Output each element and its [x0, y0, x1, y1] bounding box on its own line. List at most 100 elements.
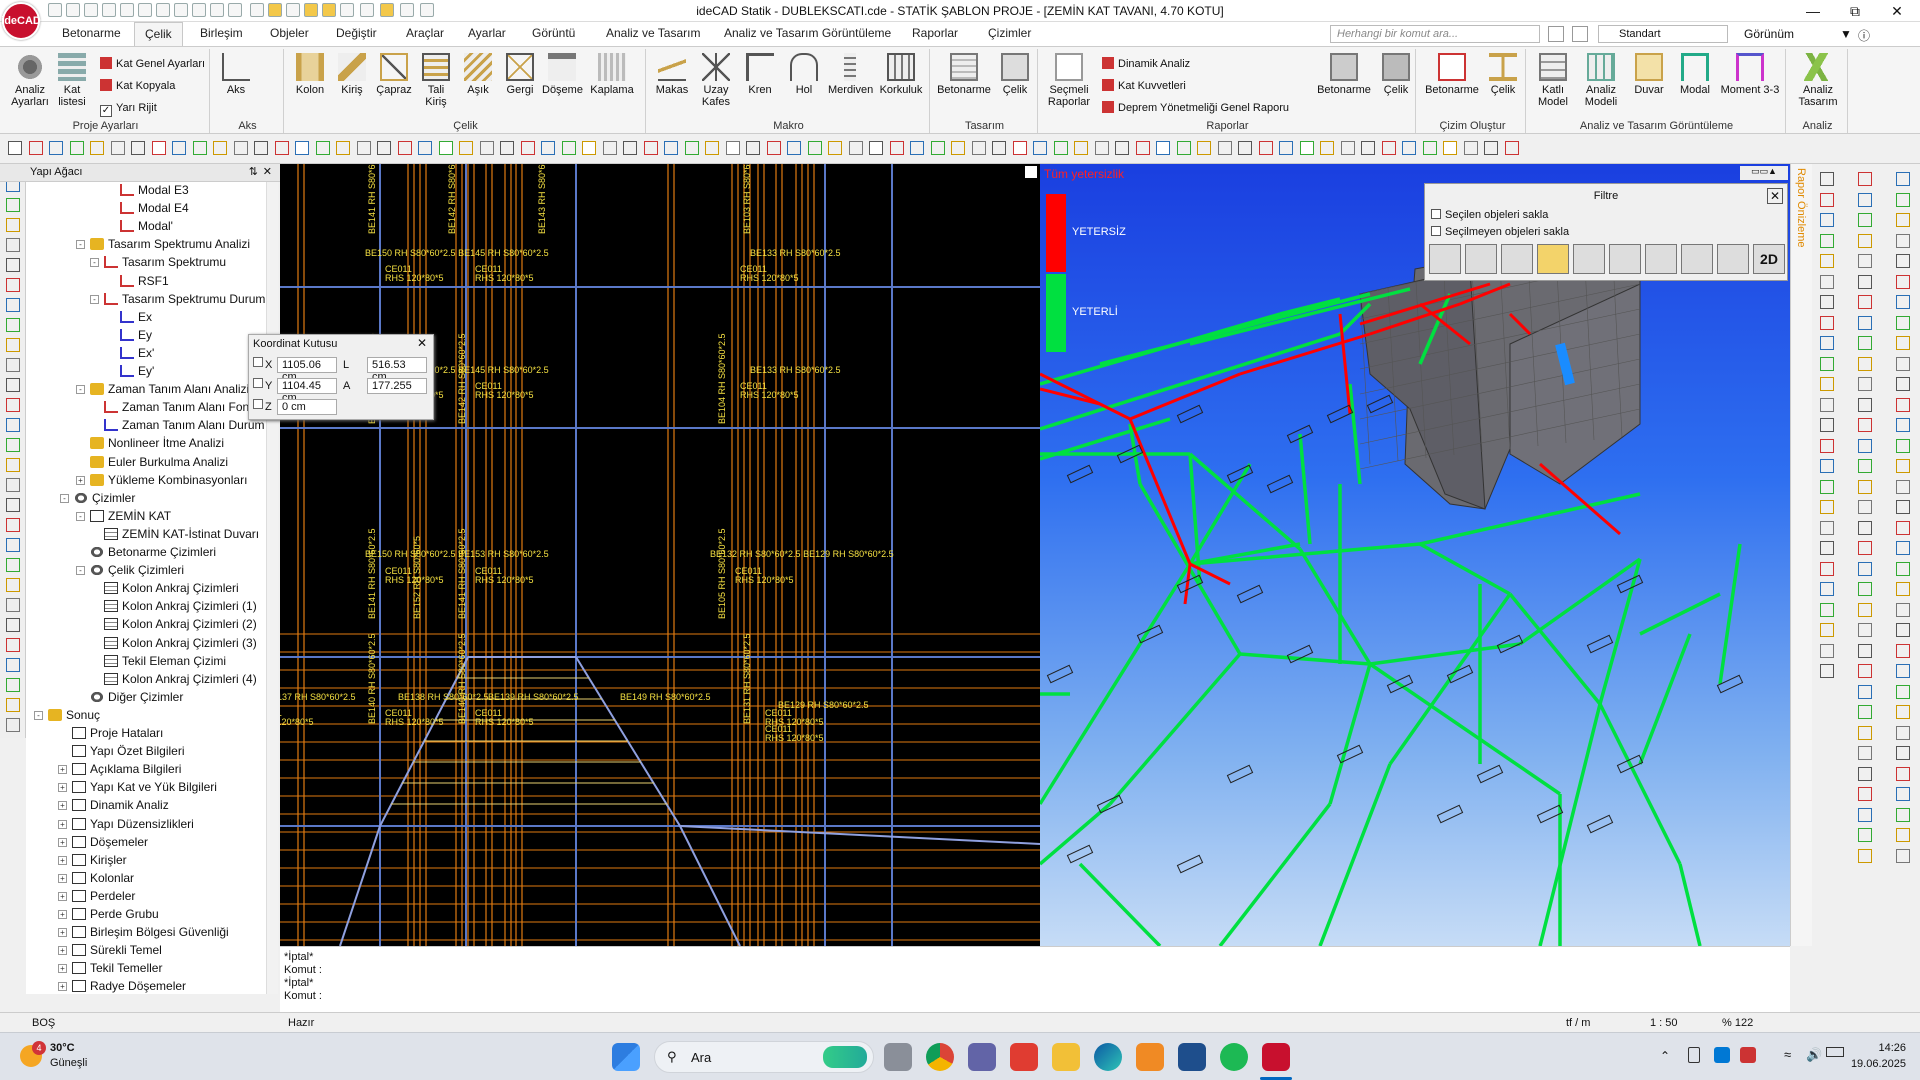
tree-expander-icon[interactable]: +	[58, 801, 67, 811]
tool-icon[interactable]	[582, 141, 596, 155]
tool-icon[interactable]	[1115, 141, 1129, 155]
tool-icon[interactable]	[520, 141, 535, 155]
tool-icon[interactable]	[49, 141, 63, 155]
frame-member[interactable]	[1518, 557, 1642, 646]
tree-expander-icon[interactable]: +	[58, 982, 67, 992]
chrome-icon[interactable]	[926, 1043, 954, 1071]
tree-item[interactable]: Proje Hataları	[72, 725, 163, 742]
right-tool-icon[interactable]	[1896, 356, 1910, 371]
dinamik-analiz-button[interactable]: Dinamik Analiz	[1102, 57, 1190, 71]
coord-close-icon[interactable]: ✕	[417, 336, 427, 350]
tree-item[interactable]: Kolon Ankraj Çizimleri (1)	[104, 598, 257, 615]
frame-member[interactable]	[1538, 703, 1602, 946]
capraz-button[interactable]: Çapraz	[374, 53, 414, 96]
right-tool-icon[interactable]	[1820, 274, 1834, 289]
cad-label[interactable]: RHS 120*80*5	[280, 717, 314, 727]
side-tool-icon[interactable]	[6, 298, 20, 312]
connection-marker[interactable]	[1176, 854, 1204, 874]
right-tool-icon[interactable]	[1858, 766, 1872, 781]
right-tool-icon[interactable]	[1858, 254, 1872, 268]
frame-member[interactable]	[1419, 542, 1511, 596]
tree-item[interactable]: Tasarım Spektrumu Durum	[104, 291, 265, 308]
frame-member[interactable]	[1298, 433, 1312, 545]
right-tool-icon[interactable]	[1858, 807, 1872, 822]
tool-icon[interactable]	[725, 141, 740, 155]
tree-item[interactable]: Ey'	[120, 363, 154, 380]
tool-icon[interactable]	[90, 141, 104, 155]
connection-marker[interactable]	[1066, 464, 1094, 484]
tree-item[interactable]: Perdeler	[72, 888, 135, 905]
frame-member-insufficient[interactable]	[1040, 387, 1101, 406]
merdiven-button[interactable]: Merdiven	[828, 53, 873, 96]
tab-degistir[interactable]: Değiştir	[336, 26, 377, 40]
right-tool-icon[interactable]	[1858, 541, 1872, 555]
minimize-icon[interactable]: —	[1792, 0, 1834, 22]
file-explorer-icon[interactable]	[1052, 1043, 1080, 1071]
right-tool-icon[interactable]	[1820, 213, 1834, 227]
tree-item[interactable]: ZEMİN KAT-İstinat Duvarı	[104, 526, 259, 543]
right-tool-icon[interactable]	[1858, 315, 1872, 330]
side-tool-icon[interactable]	[6, 498, 20, 512]
status-zoom[interactable]: % 122	[1722, 1017, 1753, 1029]
tool-icon[interactable]	[377, 141, 391, 155]
moment-button[interactable]: Moment 3-3	[1720, 53, 1780, 96]
tool-icon[interactable]	[1217, 141, 1232, 155]
tree-item[interactable]: Yükleme Kombinasyonları	[90, 472, 247, 489]
tool-icon[interactable]	[1197, 141, 1211, 155]
cad-label[interactable]: BE142 RH S80*60*2.5	[447, 164, 457, 234]
right-tool-icon[interactable]	[1858, 192, 1872, 207]
right-tool-icon[interactable]	[1858, 418, 1872, 432]
right-tool-icon[interactable]	[1858, 336, 1872, 350]
cad-label[interactable]: RHS 120*80*5	[475, 273, 534, 283]
tab-birlesim[interactable]: Birleşim	[200, 26, 243, 40]
kat-kopyala-button[interactable]: Kat Kopyala	[100, 79, 175, 93]
right-tool-icon[interactable]	[1858, 848, 1872, 863]
tool-icon[interactable]	[541, 141, 555, 155]
tool-icon[interactable]	[1361, 141, 1375, 155]
plan-view[interactable]: BE141 RH S80*60*2.5 BE142 RH S80*60*2.5 BE…	[280, 164, 1040, 946]
tool-icon[interactable]	[233, 141, 248, 155]
tab-analiz-goruntuleme[interactable]: Analiz ve Tasarım Görüntüleme	[724, 26, 891, 40]
tree-item[interactable]: Zaman Tanım Alanı Analizi	[90, 381, 249, 398]
tool-icon[interactable]	[746, 141, 760, 155]
right-tool-icon[interactable]	[1858, 295, 1872, 309]
right-tool-icon[interactable]	[1896, 377, 1910, 391]
tree-item[interactable]: Perde Grubu	[72, 906, 159, 923]
frame-member[interactable]	[1638, 633, 1692, 765]
tool-icon[interactable]	[643, 141, 658, 155]
command-search-input[interactable]: Herhangi bir komut ara...	[1330, 25, 1540, 43]
analiz-ayarlari-button[interactable]: Analiz Ayarları	[10, 53, 50, 108]
right-tool-icon[interactable]	[1896, 602, 1910, 617]
aks-button[interactable]: Aks	[218, 53, 254, 96]
tool-icon[interactable]	[910, 141, 924, 155]
frame-member[interactable]	[1678, 863, 1702, 946]
tool-icon[interactable]	[1135, 141, 1150, 155]
right-tool-icon[interactable]	[1858, 582, 1872, 596]
tool-icon[interactable]	[971, 141, 986, 155]
right-tool-icon[interactable]	[1820, 459, 1834, 473]
right-tool-icon[interactable]	[1858, 602, 1872, 617]
right-tool-icon[interactable]	[1820, 582, 1834, 596]
tool-icon[interactable]	[315, 141, 330, 155]
wifi-icon[interactable]: ≈	[1784, 1047, 1791, 1062]
tool-icon[interactable]	[1504, 141, 1519, 155]
tool-icon[interactable]	[438, 141, 453, 155]
x-lock-checkbox[interactable]	[253, 357, 263, 367]
right-tool-icon[interactable]	[1896, 336, 1910, 350]
frame-member[interactable]	[1508, 592, 1602, 706]
tool-icon[interactable]	[807, 141, 822, 155]
tree-item[interactable]: Kolon Ankraj Çizimleri (2)	[104, 616, 257, 633]
taskbar-search[interactable]: ⚲ Ara	[654, 1041, 874, 1073]
cad-label[interactable]: BE131 RH S80*60*2.5	[742, 633, 752, 724]
tree-item[interactable]: Kolon Ankraj Çizimleri (4)	[104, 671, 257, 688]
right-tool-icon[interactable]	[1858, 438, 1872, 453]
right-tool-icon[interactable]	[1820, 479, 1834, 494]
yari-rijit-checkbox[interactable]: ✓ Yarı Rijit	[100, 101, 157, 117]
tree-expander-icon[interactable]: +	[58, 837, 67, 847]
tool-icon[interactable]	[664, 141, 678, 155]
right-tool-icon[interactable]	[1820, 500, 1834, 514]
right-tool-icon[interactable]	[1858, 500, 1872, 514]
filter-type-button[interactable]	[1465, 244, 1497, 274]
cizim-betonarme-button[interactable]: Betonarme	[1424, 53, 1480, 96]
tree-item[interactable]: Yapı Düzensizlikleri	[72, 816, 194, 833]
